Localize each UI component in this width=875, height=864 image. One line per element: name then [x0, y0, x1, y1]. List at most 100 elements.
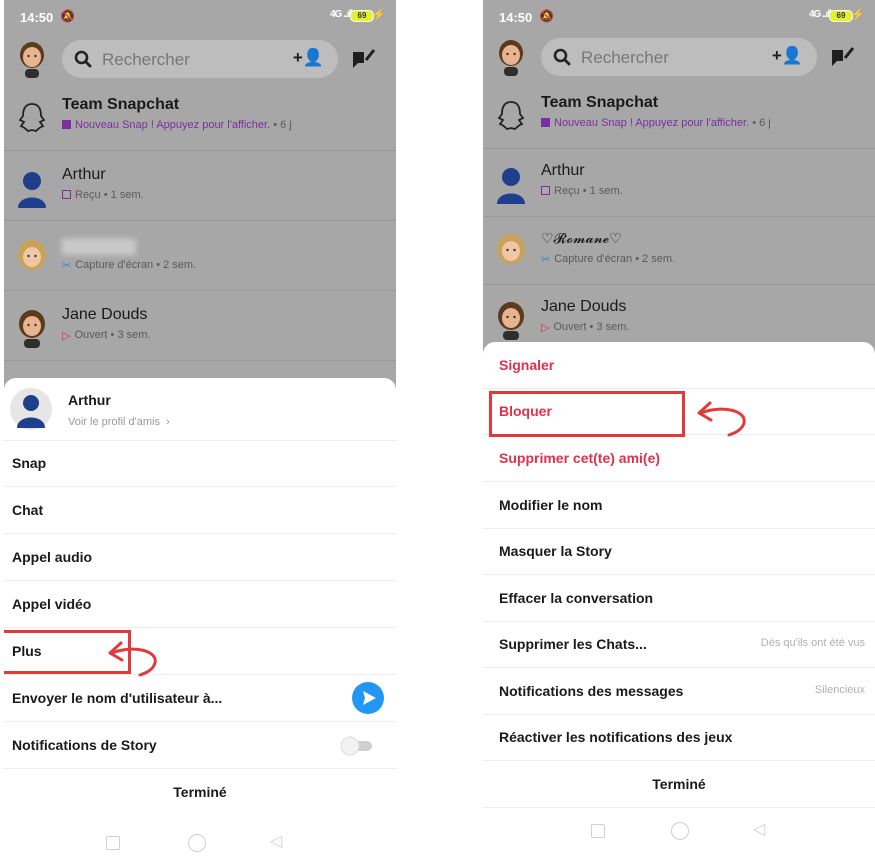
screenshot-icon: ✂: [62, 260, 72, 272]
phone-screen-left: 14:50 🔕 4G ..ıll 69 ⚡ Rechercher +👤 Team…: [4, 0, 396, 864]
menu-item-delete-chats[interactable]: Supprimer les Chats... Dès qu'ils ont été…: [483, 621, 875, 668]
chat-status: Nouveau Snap ! Appuyez pour l'afficher. …: [62, 119, 292, 131]
chat-status: Reçu • 1 sem.: [541, 185, 623, 197]
status-time: 14:50: [499, 10, 533, 25]
chat-name: Team Snapchat: [62, 96, 180, 113]
menu-item-video-call[interactable]: Appel vidéo: [4, 581, 396, 628]
back-icon[interactable]: ◁: [753, 819, 765, 839]
highlight-box: [489, 391, 685, 437]
battery-indicator: 69: [350, 10, 374, 22]
chat-name: Jane Douds: [541, 298, 627, 315]
top-bar: Rechercher +👤: [4, 38, 396, 82]
mute-icon: 🔕: [539, 9, 554, 23]
chat-row[interactable]: ♡𝓡𝓸𝓶𝓪𝓷𝓮♡ ✂ Capture d'écran • 2 sem.: [483, 220, 875, 285]
search-icon: [74, 50, 92, 68]
status-bar: 14:50 🔕 4G ..ıll 69 ⚡: [4, 0, 396, 34]
avatar-silhouette: [10, 388, 52, 430]
menu-item-send-username[interactable]: Envoyer le nom d'utilisateur à...: [4, 675, 396, 722]
search-icon: [553, 48, 571, 66]
search-bar[interactable]: Rechercher +👤: [541, 38, 817, 76]
menu-item-remove-friend[interactable]: Supprimer cet(te) ami(e): [483, 435, 875, 482]
menu-item-audio-call[interactable]: Appel audio: [4, 534, 396, 581]
recent-apps-icon[interactable]: [591, 824, 605, 838]
chat-status: ✂ Capture d'écran • 2 sem.: [541, 253, 676, 266]
chat-status: Reçu • 1 sem.: [62, 189, 144, 201]
chat-status: ✂ Capture d'écran • 2 sem.: [62, 259, 197, 272]
phone-screen-right: 14:50 🔕 4G ..ıll 69 ⚡ Rechercher +👤 Team…: [483, 0, 875, 864]
search-bar[interactable]: Rechercher +👤: [62, 40, 338, 78]
add-friend-icon[interactable]: +👤: [772, 46, 803, 66]
ghost-icon: [18, 103, 46, 132]
chat-name: ♡𝓡𝓸𝓶𝓪𝓷𝓮♡: [541, 230, 622, 246]
mute-icon: 🔕: [60, 9, 75, 23]
chat-row[interactable]: Team Snapchat Nouveau Snap ! Appuyez pou…: [483, 84, 875, 149]
new-snap-icon: [62, 120, 71, 129]
home-icon[interactable]: [671, 822, 689, 840]
bitmoji-avatar: [497, 234, 525, 264]
my-bitmoji-avatar[interactable]: [495, 38, 527, 76]
signal-indicator: 4G ..ıll: [329, 9, 353, 20]
send-arrow-icon[interactable]: [352, 682, 384, 714]
menu-item-chat[interactable]: Chat: [4, 487, 396, 534]
signal-indicator: 4G ..ıll: [808, 9, 832, 20]
search-placeholder: Rechercher: [102, 50, 190, 69]
chat-row[interactable]: Arthur Reçu • 1 sem.: [4, 156, 396, 221]
chat-name-blurred: ▇▇▇▇▇▇: [62, 238, 136, 255]
recent-apps-icon[interactable]: [106, 836, 120, 850]
menu-item-message-notifications[interactable]: Notifications des messages Silencieux: [483, 668, 875, 715]
message-notifications-setting: Silencieux: [814, 684, 865, 696]
delete-chats-setting: Dès qu'ils ont été vus: [760, 637, 865, 649]
bitmoji-avatar: [19, 310, 45, 348]
chat-status: ▷ Ouvert • 3 sem.: [62, 329, 151, 342]
menu-item-clear-conversation[interactable]: Effacer la conversation: [483, 575, 875, 622]
chat-row[interactable]: Arthur Reçu • 1 sem.: [483, 152, 875, 217]
top-bar: Rechercher +👤: [483, 36, 875, 80]
search-placeholder: Rechercher: [581, 48, 669, 67]
battery-indicator: 69: [829, 10, 853, 22]
bitmoji-avatar: [18, 240, 46, 270]
chat-status: ▷ Ouvert • 3 sem.: [541, 321, 630, 334]
android-nav-bar: ◁: [4, 822, 396, 862]
menu-item-snap[interactable]: Snap: [4, 440, 396, 487]
avatar-silhouette: [497, 168, 525, 204]
chat-name: Arthur: [62, 166, 106, 183]
ghost-icon: [497, 101, 525, 130]
chat-name: Jane Douds: [62, 306, 148, 323]
home-icon[interactable]: [188, 834, 206, 852]
chat-name: Team Snapchat: [541, 94, 659, 111]
android-nav-bar: ◁: [483, 812, 875, 852]
annotation-arrow: [108, 641, 157, 677]
back-icon[interactable]: ◁: [270, 831, 282, 851]
chat-row[interactable]: Jane Douds ▷ Ouvert • 3 sem.: [4, 296, 396, 361]
bitmoji-avatar: [498, 302, 524, 340]
charging-icon: ⚡: [372, 9, 386, 21]
done-button[interactable]: Terminé: [483, 761, 875, 808]
chat-row[interactable]: ▇▇▇▇▇▇ ✂ Capture d'écran • 2 sem.: [4, 226, 396, 291]
menu-item-story-notifications[interactable]: Notifications de Story: [4, 722, 396, 769]
opened-arrow-icon: ▷: [541, 322, 550, 334]
screenshot-icon: ✂: [541, 254, 551, 266]
profile-header[interactable]: Arthur Voir le profil d'amis ›: [4, 378, 396, 441]
new-chat-icon[interactable]: [350, 46, 376, 72]
avatar-silhouette: [18, 172, 46, 208]
chat-row[interactable]: Team Snapchat Nouveau Snap ! Appuyez pou…: [4, 86, 396, 151]
my-bitmoji-avatar[interactable]: [16, 40, 48, 78]
received-icon: [62, 190, 71, 199]
menu-item-hide-story[interactable]: Masquer la Story: [483, 528, 875, 575]
status-bar: 14:50 🔕 4G ..ıll 69 ⚡: [483, 0, 875, 34]
chat-name: Arthur: [541, 162, 585, 179]
action-sheet: Arthur Voir le profil d'amis › Snap Chat…: [4, 378, 396, 864]
annotation-arrow: [697, 401, 746, 437]
menu-item-edit-name[interactable]: Modifier le nom: [483, 482, 875, 529]
menu-item-game-notifications[interactable]: Réactiver les notifications des jeux: [483, 714, 875, 761]
view-profile-link[interactable]: Voir le profil d'amis ›: [68, 416, 170, 428]
status-time: 14:50: [20, 10, 54, 25]
done-button[interactable]: Terminé: [4, 769, 396, 815]
new-snap-icon: [541, 118, 550, 127]
opened-arrow-icon: ▷: [62, 330, 71, 342]
toggle-icon[interactable]: [340, 736, 374, 756]
add-friend-icon[interactable]: +👤: [293, 48, 324, 68]
new-chat-icon[interactable]: [829, 44, 855, 70]
chat-status: Nouveau Snap ! Appuyez pour l'afficher. …: [541, 117, 771, 129]
menu-item-report[interactable]: Signaler: [483, 342, 875, 389]
